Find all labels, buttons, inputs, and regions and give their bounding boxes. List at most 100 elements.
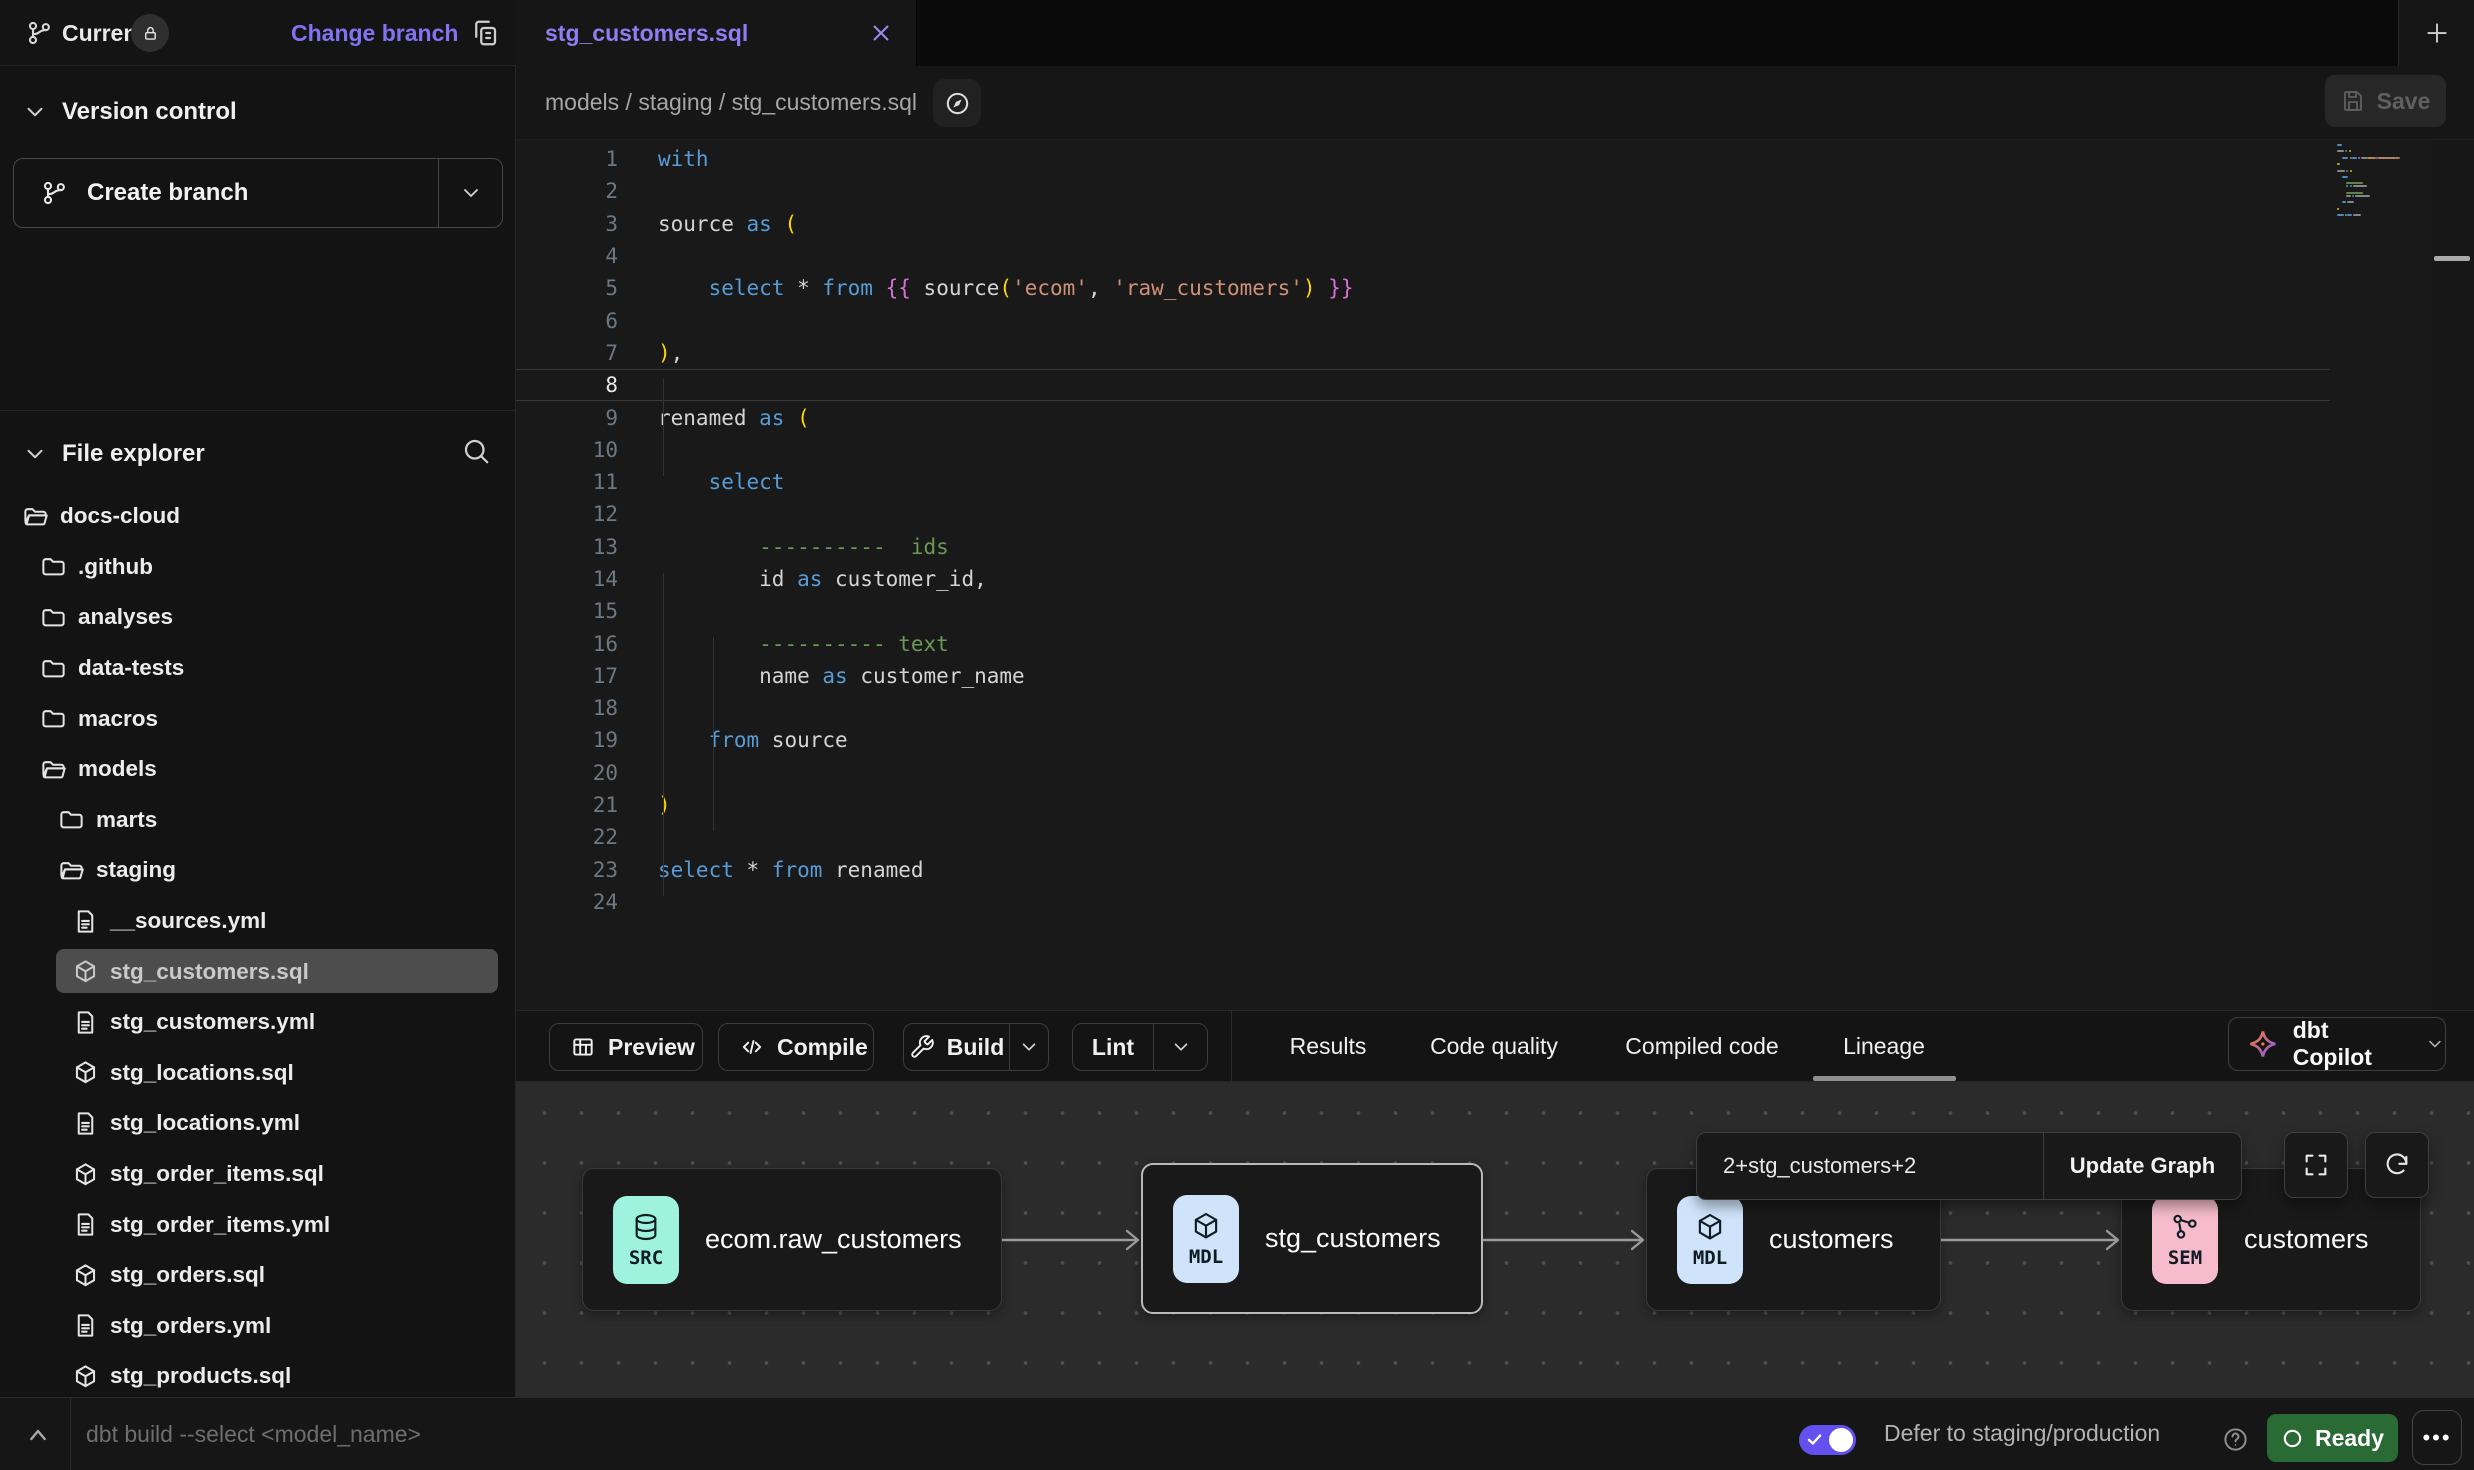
tree-item-stg-order-items-yml[interactable]: stg_order_items.yml [0, 1199, 515, 1250]
code-line-1[interactable]: 1with [516, 143, 2330, 175]
line-number[interactable]: 11 [516, 470, 658, 494]
code-line-19[interactable]: 19 from source [516, 724, 2330, 756]
lineage-panel[interactable]: SRCecom.raw_customersMDLstg_customersMDL… [516, 1082, 2474, 1397]
lineage-node-ecom-raw-customers[interactable]: SRCecom.raw_customers [582, 1168, 1002, 1311]
code-line-7[interactable]: 7), [516, 337, 2330, 369]
search-icon[interactable] [461, 436, 491, 466]
code-line-24[interactable]: 24 [516, 886, 2330, 918]
line-number[interactable]: 10 [516, 438, 658, 462]
lineage-filter-input[interactable] [1697, 1133, 2043, 1199]
preview-button[interactable]: Preview [549, 1023, 703, 1071]
lineage-node-stg-customers[interactable]: MDLstg_customers [1141, 1163, 1483, 1314]
tree-item-stg-orders-sql[interactable]: stg_orders.sql [0, 1250, 515, 1301]
editor-overview-ruler[interactable] [2432, 140, 2474, 1011]
code-line-17[interactable]: 17 name as customer_name [516, 660, 2330, 692]
code-line-2[interactable]: 2 [516, 175, 2330, 207]
code-line-15[interactable]: 15 [516, 595, 2330, 627]
code-line-22[interactable]: 22 [516, 821, 2330, 853]
line-number[interactable]: 12 [516, 502, 658, 526]
tab-results[interactable]: Results [1290, 1011, 1367, 1081]
code-line-11[interactable]: 11 select [516, 466, 2330, 498]
line-number[interactable]: 4 [516, 244, 658, 268]
tab-code-quality[interactable]: Code quality [1430, 1011, 1558, 1081]
defer-toggle[interactable] [1799, 1425, 1856, 1455]
more-options-button[interactable]: ••• [2412, 1410, 2462, 1465]
new-tab-button[interactable] [2398, 0, 2474, 66]
tree-item-stg-locations-yml[interactable]: stg_locations.yml [0, 1098, 515, 1149]
tree-item-data-tests[interactable]: data-tests [0, 643, 515, 694]
line-number[interactable]: 24 [516, 890, 658, 914]
line-number[interactable]: 20 [516, 761, 658, 785]
code-line-9[interactable]: 9renamed as ( [516, 401, 2330, 433]
line-number[interactable]: 18 [516, 696, 658, 720]
tree-item-stg-orders-yml[interactable]: stg_orders.yml [0, 1301, 515, 1352]
line-number[interactable]: 5 [516, 276, 658, 300]
copy-icon[interactable] [470, 18, 500, 48]
build-dropdown[interactable] [1009, 1024, 1048, 1070]
code-line-8[interactable]: 8 [516, 369, 2330, 401]
line-number[interactable]: 9 [516, 406, 658, 430]
refresh-button[interactable] [2365, 1132, 2429, 1198]
line-number[interactable]: 21 [516, 793, 658, 817]
code-line-13[interactable]: 13 ---------- ids [516, 531, 2330, 563]
code-line-23[interactable]: 23select * from renamed [516, 854, 2330, 886]
file-explorer-section-header[interactable]: File explorer [0, 426, 515, 482]
line-number[interactable]: 8 [516, 373, 658, 397]
line-number[interactable]: 3 [516, 212, 658, 236]
update-graph-button[interactable]: Update Graph [2043, 1133, 2241, 1199]
code-line-21[interactable]: 21) [516, 789, 2330, 821]
dbt-command-input[interactable] [86, 1398, 1086, 1470]
tree-item-stg-customers-sql[interactable]: stg_customers.sql [0, 946, 515, 997]
line-number[interactable]: 1 [516, 147, 658, 171]
code-line-16[interactable]: 16 ---------- text [516, 627, 2330, 659]
change-branch-link[interactable]: Change branch [291, 0, 458, 66]
tree-item-docs-cloud[interactable]: docs-cloud [0, 491, 515, 542]
tab-compiled-code[interactable]: Compiled code [1625, 1011, 1778, 1081]
tree-item--sources-yml[interactable]: __sources.yml [0, 896, 515, 947]
create-branch-main[interactable]: Create branch [14, 159, 438, 227]
tree-item-staging[interactable]: staging [0, 845, 515, 896]
code-line-12[interactable]: 12 [516, 498, 2330, 530]
ready-status-button[interactable]: Ready [2267, 1414, 2398, 1462]
code-editor[interactable]: 1with 2 3source as ( 4 5 select * from {{ so… [516, 139, 2474, 1010]
line-number[interactable]: 16 [516, 632, 658, 656]
version-control-section-header[interactable]: Version control [0, 84, 515, 140]
dbt-copilot-button[interactable]: dbt Copilot [2228, 1017, 2446, 1071]
line-number[interactable]: 23 [516, 858, 658, 882]
fullscreen-button[interactable] [2284, 1132, 2348, 1198]
tree-item-stg-products-sql[interactable]: stg_products.sql [0, 1351, 515, 1402]
build-button[interactable]: Build [903, 1023, 1049, 1071]
code-line-4[interactable]: 4 [516, 240, 2330, 272]
line-number[interactable]: 13 [516, 535, 658, 559]
tree-item-analyses[interactable]: analyses [0, 592, 515, 643]
tree-item-marts[interactable]: marts [0, 795, 515, 846]
tree-item-models[interactable]: models [0, 744, 515, 795]
tree-item-stg-locations-sql[interactable]: stg_locations.sql [0, 1048, 515, 1099]
help-icon[interactable] [2222, 1426, 2249, 1453]
close-icon[interactable] [868, 20, 894, 46]
tab-lineage[interactable]: Lineage [1843, 1011, 1925, 1081]
code-line-5[interactable]: 5 select * from {{ source('ecom', 'raw_c… [516, 272, 2330, 304]
lint-button[interactable]: Lint [1072, 1023, 1208, 1071]
code-line-10[interactable]: 10 [516, 434, 2330, 466]
line-number[interactable]: 2 [516, 179, 658, 203]
save-button[interactable]: Save [2325, 75, 2446, 127]
create-branch-dropdown[interactable] [438, 159, 502, 227]
chevron-up-icon[interactable] [22, 1419, 54, 1451]
code-line-14[interactable]: 14 id as customer_id, [516, 563, 2330, 595]
compile-button[interactable]: Compile [718, 1023, 874, 1071]
lint-dropdown[interactable] [1153, 1024, 1207, 1070]
code-line-6[interactable]: 6 [516, 304, 2330, 336]
tree-item--github[interactable]: .github [0, 542, 515, 593]
line-number[interactable]: 6 [516, 309, 658, 333]
tree-item-stg-customers-yml[interactable]: stg_customers.yml [0, 997, 515, 1048]
line-number[interactable]: 19 [516, 728, 658, 752]
line-number[interactable]: 15 [516, 599, 658, 623]
tab-stg-customers-sql[interactable]: stg_customers.sql [516, 0, 917, 66]
line-number[interactable]: 14 [516, 567, 658, 591]
create-branch-button[interactable]: Create branch [13, 158, 503, 228]
code-line-3[interactable]: 3source as ( [516, 208, 2330, 240]
editor-minimap[interactable] [2337, 144, 2429, 1004]
line-number[interactable]: 17 [516, 664, 658, 688]
tree-item-stg-order-items-sql[interactable]: stg_order_items.sql [0, 1149, 515, 1200]
